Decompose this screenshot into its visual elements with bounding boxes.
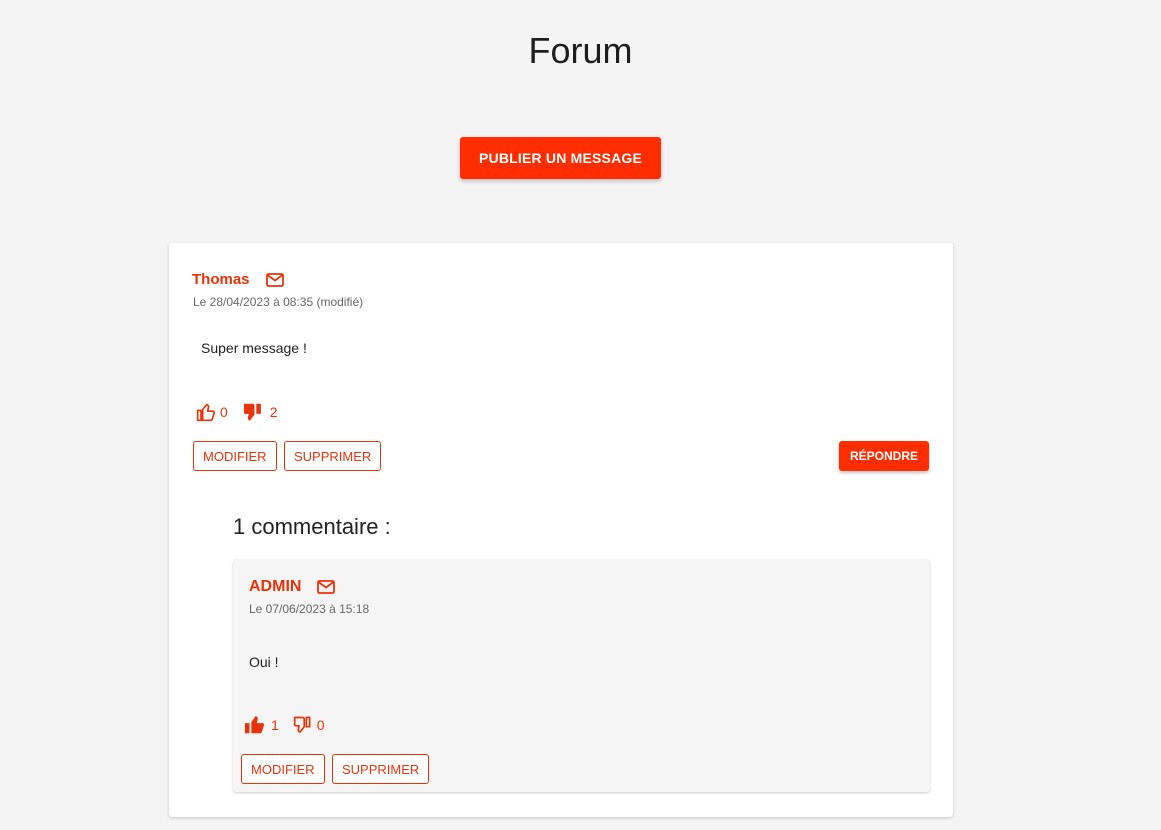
comment-modify-button[interactable]: MODIFIER <box>241 754 325 784</box>
thumb-down-filled-icon <box>242 401 266 423</box>
comment-date: Le 07/06/2023 à 15:18 <box>249 602 370 616</box>
post-like-button[interactable]: 0 <box>196 402 228 422</box>
post-dislike-button[interactable]: 2 <box>242 401 278 423</box>
comment-votes: 1 0 <box>243 714 325 736</box>
comment-card: ADMIN Le 07/06/2023 à 15:18 Oui ! 1 0 MO… <box>233 559 930 792</box>
publish-message-button[interactable]: PUBLIER UN MESSAGE <box>460 137 661 179</box>
comments-heading: 1 commentaire : <box>233 514 391 539</box>
comment-delete-button[interactable]: SUPPRIMER <box>332 754 430 784</box>
post-author-name[interactable]: Thomas <box>192 271 250 288</box>
post-votes: 0 2 <box>196 401 278 423</box>
comment-like-button[interactable]: 1 <box>243 714 279 736</box>
comment-dislike-button[interactable]: 0 <box>293 715 325 735</box>
post-delete-button[interactable]: SUPPRIMER <box>284 441 382 471</box>
comment-author-name[interactable]: ADMIN <box>249 578 301 596</box>
thumb-down-outline-icon <box>293 715 313 735</box>
comment-body: Oui ! <box>249 654 279 670</box>
post-date: Le 28/04/2023 à 08:35 (modifié) <box>193 295 364 309</box>
post-dislike-count: 2 <box>269 404 278 420</box>
thumb-up-filled-icon <box>243 714 267 736</box>
post-modify-button[interactable]: MODIFIER <box>193 441 277 471</box>
post-body: Super message ! <box>201 340 307 356</box>
mail-icon[interactable] <box>317 580 336 594</box>
post-reply-button[interactable]: RÉPONDRE <box>839 441 929 471</box>
post-author-row: Thomas <box>192 271 284 288</box>
comment-author-row: ADMIN <box>249 578 336 596</box>
post-like-count: 0 <box>220 404 228 420</box>
comment-dislike-count: 0 <box>316 717 325 733</box>
comment-like-count: 1 <box>271 717 279 733</box>
page-title: Forum <box>528 30 633 71</box>
mail-icon[interactable] <box>265 272 284 287</box>
post-card: Thomas Le 28/04/2023 à 08:35 (modifié) S… <box>169 243 953 817</box>
thumb-up-outline-icon <box>196 402 216 422</box>
